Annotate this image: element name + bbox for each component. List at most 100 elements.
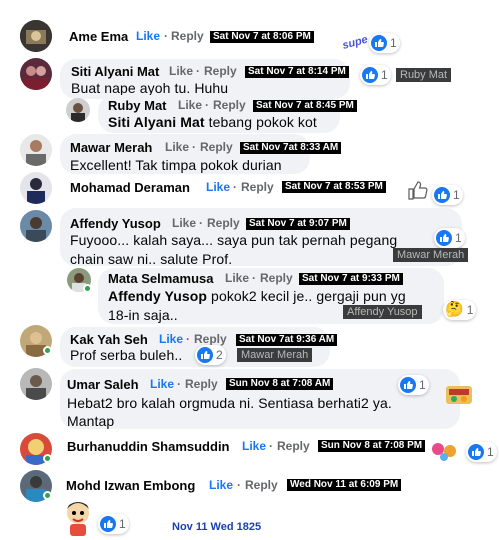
emoji-sticker-icon	[430, 439, 458, 468]
separator: ·	[199, 216, 203, 230]
comment-text: Mantap	[67, 413, 115, 429]
timestamp: Sun Nov 8 at 7:08 PM	[318, 440, 426, 452]
reply-button[interactable]: Reply	[194, 332, 227, 346]
thinking-face-icon: 🤔	[445, 301, 464, 318]
like-button[interactable]: Like	[169, 64, 193, 78]
commenter-name[interactable]: Ame Ema	[69, 29, 128, 44]
avatar[interactable]	[20, 20, 52, 52]
avatar[interactable]	[20, 172, 52, 204]
reaction-count[interactable]: 1	[360, 65, 391, 85]
avatar[interactable]	[20, 58, 52, 90]
footer-timestamp: Nov 11 Wed 1825	[172, 521, 262, 533]
reply-button[interactable]: Reply	[260, 271, 293, 285]
timestamp: Sat Nov 7 at 9:33 PM	[299, 273, 403, 285]
reaction-count[interactable]: 1	[434, 228, 465, 248]
avatar[interactable]	[66, 98, 90, 122]
avatar[interactable]	[20, 368, 52, 400]
online-status-indicator	[43, 346, 52, 355]
comment-text: chain saw ni.. salute Prof.	[70, 251, 233, 267]
separator: ·	[196, 64, 200, 78]
cartoon-sticker-icon	[60, 499, 96, 540]
comment-text: Hebat2 bro kalah orgmuda ni. Sentiasa be…	[67, 395, 392, 411]
commenter-name[interactable]: Mawar Merah	[70, 140, 152, 155]
user-tag: Ruby Mat	[396, 68, 452, 82]
thumbs-up-icon	[400, 377, 416, 393]
reaction-count[interactable]: 🤔 1	[443, 300, 477, 320]
reply-button[interactable]: Reply	[213, 98, 246, 112]
reply-button[interactable]: Reply	[200, 140, 233, 154]
timestamp: Sat Nov 7 at 9:07 PM	[246, 218, 350, 230]
separator: ·	[233, 180, 237, 194]
commenter-name[interactable]: Affendy Yusop	[70, 216, 161, 231]
timestamp: Sat Nov 7at 8:33 AM	[240, 142, 342, 154]
timestamp: Wed Nov 11 at 6:09 PM	[287, 479, 402, 491]
like-button[interactable]: Like	[150, 377, 174, 391]
separator: ·	[252, 271, 256, 285]
thumbs-up-sticker-icon	[406, 178, 430, 207]
comment-text: Siti Alyani Mat tebang pokok kot	[108, 114, 317, 130]
timestamp: Sat Nov 7 at 8:14 PM	[245, 66, 349, 78]
comment-text: Excellent! Tak timpa pokok durian	[70, 157, 282, 173]
reply-button[interactable]: Reply	[245, 478, 278, 492]
online-status-indicator	[83, 284, 92, 293]
reaction-count[interactable]: 1	[369, 33, 400, 53]
commenter-name[interactable]: Mohd Izwan Embong	[66, 478, 195, 493]
separator: ·	[164, 29, 168, 43]
like-button[interactable]: Like	[159, 332, 183, 346]
avatar[interactable]	[20, 134, 52, 166]
timestamp: Sat Nov 7 at 8:53 PM	[282, 181, 386, 193]
reply-button[interactable]: Reply	[171, 29, 204, 43]
thumbs-up-icon	[100, 516, 116, 532]
user-tag: Affendy Yusop	[343, 305, 422, 319]
separator: ·	[269, 439, 273, 453]
comment-text: Affendy Yusop pokok2 kecil je.. gergaji …	[108, 288, 406, 304]
commenter-name[interactable]: Umar Saleh	[67, 377, 139, 392]
reply-button[interactable]: Reply	[185, 377, 218, 391]
reaction-count[interactable]: 1	[432, 185, 463, 205]
timestamp: Sat Nov 7at 9:36 AM	[236, 334, 338, 346]
timestamp: Sat Nov 7 at 8:45 PM	[253, 100, 357, 112]
reaction-count[interactable]: 1	[98, 514, 129, 534]
timestamp: Sat Nov 7 at 8:06 PM	[210, 31, 314, 43]
separator: ·	[192, 140, 196, 154]
thumbs-up-icon	[362, 67, 378, 83]
comment-text: Fuyooo... kalah saya... saya pun tak per…	[70, 232, 398, 248]
comment-text: Buat nape ayoh tu. Huhu	[71, 80, 229, 96]
like-button[interactable]: Like	[136, 29, 160, 43]
reply-button[interactable]: Reply	[207, 216, 240, 230]
thumbs-up-icon	[371, 35, 387, 51]
user-tag: Mawar Merah	[237, 348, 313, 362]
like-button[interactable]: Like	[206, 180, 230, 194]
commenter-name[interactable]: Kak Yah Seh	[70, 332, 148, 347]
avatar[interactable]	[20, 210, 52, 242]
like-button[interactable]: Like	[172, 216, 196, 230]
food-sticker-icon	[444, 380, 474, 413]
mention-link[interactable]: Affendy Yusop	[108, 288, 207, 304]
like-button[interactable]: Like	[225, 271, 249, 285]
reply-button[interactable]: Reply	[277, 439, 310, 453]
separator: ·	[205, 98, 209, 112]
commenter-name[interactable]: Mata Selmamusa	[108, 271, 214, 286]
sticker-decoration: super!	[340, 31, 377, 57]
timestamp: Sun Nov 8 at 7:08 AM	[226, 378, 334, 390]
like-button[interactable]: Like	[178, 98, 202, 112]
thumbs-up-icon	[468, 444, 484, 460]
svg-text:super!: super!	[341, 32, 368, 52]
commenter-name[interactable]: Burhanuddin Shamsuddin	[67, 439, 230, 454]
like-button[interactable]: Like	[209, 478, 233, 492]
separator: ·	[237, 478, 241, 492]
reaction-count[interactable]: 1	[398, 375, 429, 395]
thumbs-up-icon	[436, 230, 452, 246]
like-button[interactable]: Like	[242, 439, 266, 453]
thumbs-up-icon	[197, 347, 213, 363]
commenter-name[interactable]: Siti Alyani Mat	[71, 64, 159, 79]
user-tag: Mawar Merah	[393, 248, 469, 262]
reply-button[interactable]: Reply	[241, 180, 274, 194]
mention-link[interactable]: Siti Alyani Mat	[108, 114, 205, 130]
reaction-count[interactable]: 1	[466, 442, 497, 462]
like-button[interactable]: Like	[165, 140, 189, 154]
reply-button[interactable]: Reply	[204, 64, 237, 78]
commenter-name[interactable]: Mohamad Deraman	[70, 180, 190, 195]
reaction-count[interactable]: 2	[195, 345, 226, 365]
commenter-name[interactable]: Ruby Mat	[108, 98, 167, 113]
